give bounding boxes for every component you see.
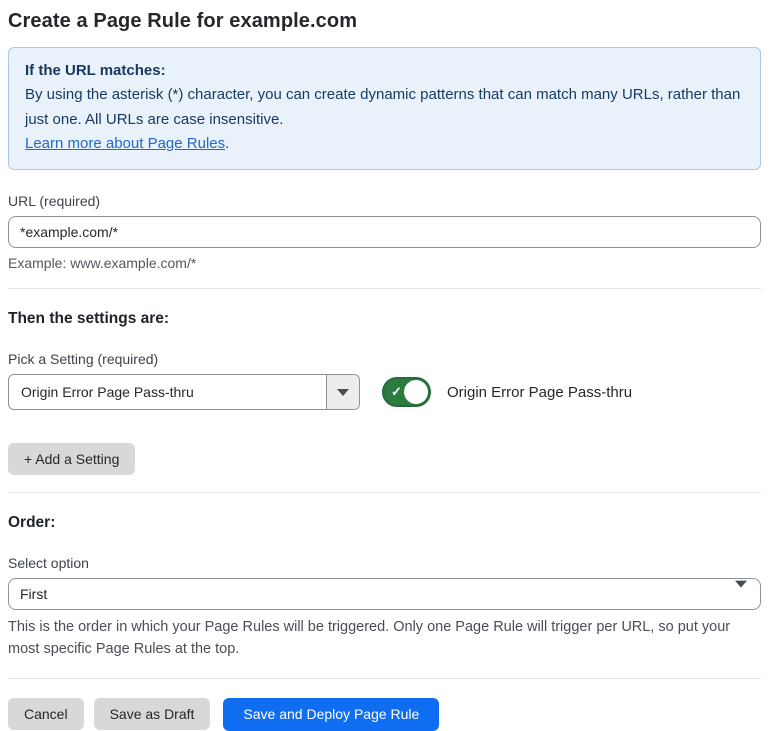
settings-section-heading: Then the settings are: (8, 310, 170, 328)
order-helper-text: This is the order in which your Page Rul… (8, 619, 731, 657)
setting-toggle[interactable]: ✓ (382, 377, 431, 408)
divider (8, 492, 761, 494)
create-page-rule-panel: Create a Page Rule for example.com If th… (0, 0, 770, 731)
link-period: . (225, 134, 230, 152)
cancel-button[interactable]: Cancel (8, 698, 84, 731)
setting-toggle-label: Origin Error Page Pass-thru (447, 383, 633, 401)
url-field-label: URL (required) (8, 193, 101, 210)
order-section-heading: Order: (8, 514, 56, 532)
order-select-label: Select option (8, 555, 89, 572)
toggle-knob (404, 380, 428, 405)
info-box-body: By using the asterisk (*) character, you… (25, 86, 741, 128)
save-deploy-button[interactable]: Save and Deploy Page Rule (223, 697, 440, 731)
learn-more-link[interactable]: Learn more about Page Rules (25, 135, 225, 152)
setting-dropdown[interactable]: Origin Error Page Pass-thru (8, 374, 360, 411)
save-draft-button[interactable]: Save as Draft (93, 698, 211, 731)
setting-dropdown-arrow-button[interactable] (326, 375, 359, 410)
info-box-link-line: Learn more about Page Rules. (25, 132, 744, 156)
page-title: Create a Page Rule for example.com (8, 10, 358, 32)
order-select-value: First (20, 586, 48, 603)
url-match-info-box: If the URL matches: By using the asteris… (8, 47, 761, 171)
order-select[interactable]: First (8, 578, 761, 611)
chevron-down-icon (337, 388, 349, 396)
divider (8, 677, 761, 679)
setting-dropdown-value: Origin Error Page Pass-thru (21, 384, 194, 401)
setting-row: Origin Error Page Pass-thru ✓ Origin Err… (8, 374, 761, 411)
add-setting-button[interactable]: + Add a Setting (8, 443, 136, 476)
footer-actions: Cancel Save as Draft Save and Deploy Pag… (8, 697, 761, 731)
divider (8, 288, 761, 290)
select-caret-icon (735, 580, 747, 604)
url-input[interactable] (8, 216, 761, 249)
info-box-heading: If the URL matches: (25, 62, 166, 79)
url-example-helper: Example: www.example.com/* (8, 255, 197, 272)
pick-setting-label: Pick a Setting (required) (8, 351, 159, 368)
check-icon: ✓ (391, 384, 402, 400)
